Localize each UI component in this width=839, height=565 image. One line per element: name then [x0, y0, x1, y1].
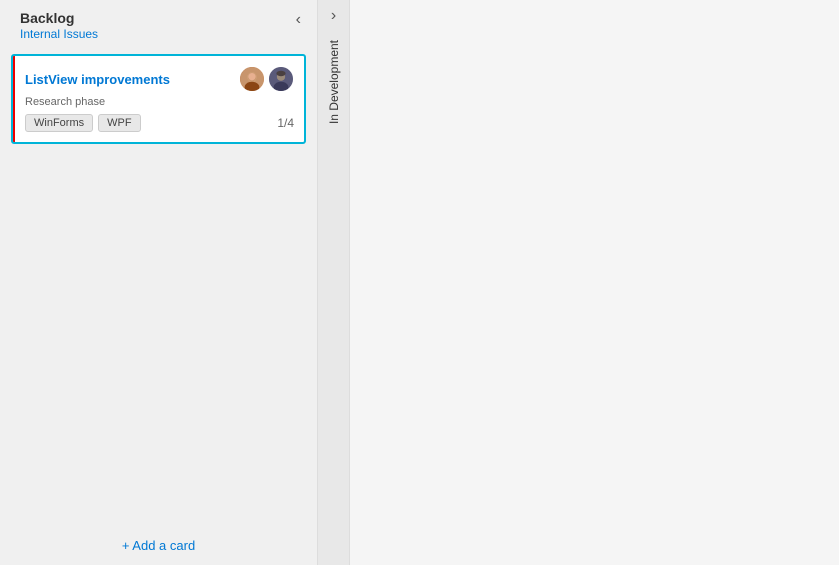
card-listview[interactable]: ListView improvements — [12, 55, 305, 143]
collapse-button[interactable]: ‹ — [292, 12, 305, 28]
card-title-row: ListView improvements — [25, 66, 294, 92]
column-title: Backlog — [20, 10, 98, 26]
column-title-group: Backlog Internal Issues — [20, 10, 98, 41]
avatar-1 — [239, 66, 265, 92]
card-tags: WinForms WPF — [25, 114, 141, 132]
column-right — [350, 0, 839, 565]
card-count: 1/4 — [277, 116, 294, 130]
card-title: ListView improvements — [25, 72, 170, 87]
column-in-development: › In Development — [318, 0, 350, 565]
card-phase: Research phase — [25, 96, 294, 108]
column-header: Backlog Internal Issues ‹ — [0, 0, 317, 49]
card-footer: WinForms WPF 1/4 — [25, 114, 294, 132]
expand-button[interactable]: › — [325, 0, 342, 32]
card-avatars — [239, 66, 294, 92]
tag-winforms: WinForms — [25, 114, 93, 132]
column-subtitle: Internal Issues — [20, 27, 98, 41]
column-content: ListView improvements — [0, 49, 317, 526]
tag-wpf: WPF — [98, 114, 140, 132]
in-development-label: In Development — [327, 40, 341, 124]
column-backlog: Backlog Internal Issues ‹ ListView impro… — [0, 0, 318, 565]
avatar-2 — [268, 66, 294, 92]
add-card-button[interactable]: + Add a card — [0, 526, 317, 565]
board-container: Backlog Internal Issues ‹ ListView impro… — [0, 0, 839, 565]
